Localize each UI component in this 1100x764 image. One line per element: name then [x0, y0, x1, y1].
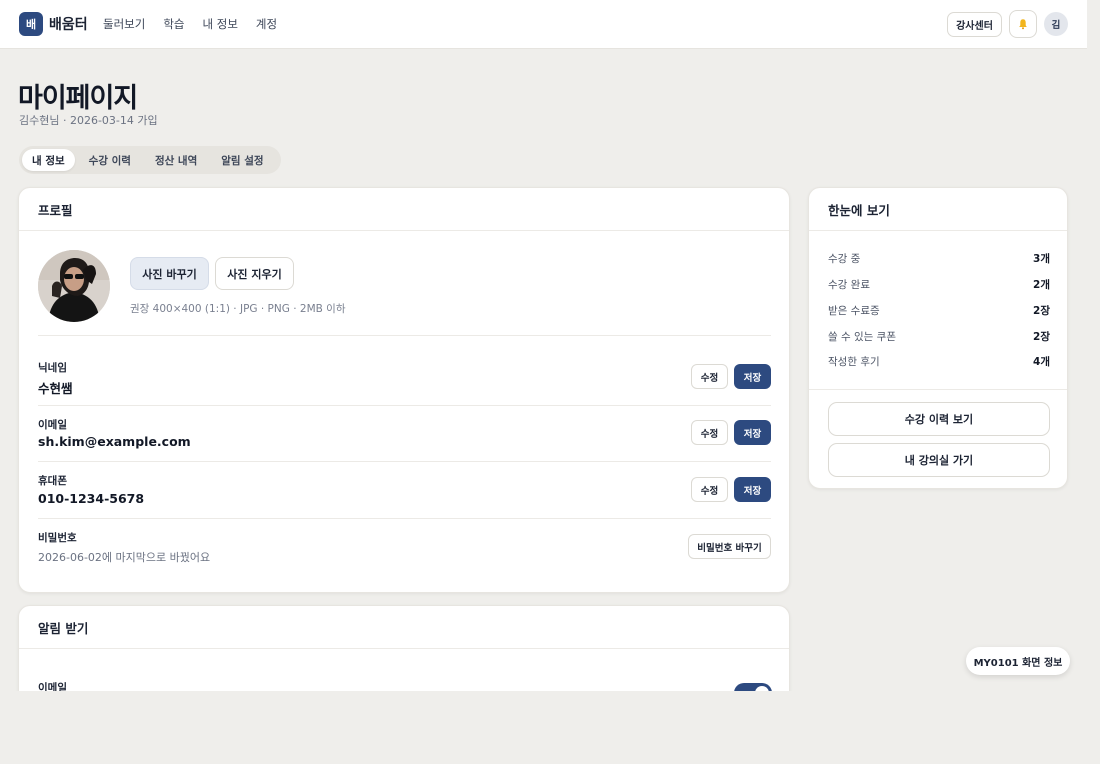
nickname-label: 닉네임: [38, 362, 67, 374]
nickname-save-button[interactable]: 저장: [734, 364, 771, 389]
notifications-card-title: 알림 받기: [19, 606, 789, 649]
email-value: sh.kim@example.com: [38, 434, 191, 449]
stat-label: 수강 중: [828, 252, 861, 265]
stat-value: 4개: [1033, 355, 1050, 368]
brand-name[interactable]: 배움터: [49, 14, 88, 34]
stat-row: 받은 수료증 2장: [828, 302, 1050, 318]
stat-value: 2장: [1033, 330, 1050, 343]
stat-label: 쓸 수 있는 쿠폰: [828, 330, 896, 343]
main-nav: 둘러보기 학습 내 정보 계정: [103, 16, 295, 32]
profile-photo-image: [38, 250, 110, 322]
app-viewport: 배 배움터 둘러보기 학습 내 정보 계정 강사센터 김 마이페이지 김수현님 …: [0, 0, 1087, 691]
nav-item-my-info[interactable]: 내 정보: [203, 16, 238, 32]
tab-my-info[interactable]: 내 정보: [22, 149, 75, 171]
stat-label: 작성한 후기: [828, 355, 880, 368]
divider: [38, 461, 771, 462]
stat-label: 수강 완료: [828, 278, 870, 291]
summary-card: 한눈에 보기 수강 중 3개 수강 완료 2개 받은 수료증 2장 쓸 수 있는…: [808, 187, 1068, 489]
tab-course-history[interactable]: 수강 이력: [79, 149, 141, 171]
phone-save-button[interactable]: 저장: [734, 477, 771, 502]
logo-icon[interactable]: 배: [19, 12, 43, 36]
logo-glyph: 배: [25, 18, 37, 31]
bell-icon: [1019, 19, 1027, 30]
change-photo-button[interactable]: 사진 바꾸기: [130, 257, 209, 290]
tab-settlement[interactable]: 정산 내역: [145, 149, 207, 171]
profile-photo: [38, 250, 110, 322]
stat-row: 수강 완료 2개: [828, 276, 1050, 292]
stat-row: 작성한 후기 4개: [828, 353, 1050, 369]
stat-row: 쓸 수 있는 쿠폰 2장: [828, 328, 1050, 344]
summary-card-title: 한눈에 보기: [809, 188, 1067, 231]
my-classroom-button[interactable]: 내 강의실 가기: [828, 443, 1050, 477]
email-save-button[interactable]: 저장: [734, 420, 771, 445]
nav-item-account[interactable]: 계정: [256, 16, 277, 32]
phone-value: 010-1234-5678: [38, 491, 145, 506]
email-notification-label: 이메일: [38, 682, 67, 691]
stat-label: 받은 수료증: [828, 304, 880, 317]
page-subtitle: 김수현님 · 2026-03-14 가입: [19, 114, 158, 127]
notifications-card: 알림 받기 이메일: [18, 605, 790, 691]
password-label: 비밀번호: [38, 532, 77, 544]
profile-card: 프로필 사진 바꾸기 사진 지우기 권장 400×400 (1:1) · JPG…: [18, 187, 790, 593]
change-password-button[interactable]: 비밀번호 바꾸기: [688, 534, 771, 559]
stat-row: 수강 중 3개: [828, 250, 1050, 266]
instructor-center-button[interactable]: 강사센터: [947, 12, 1002, 37]
phone-edit-button[interactable]: 수정: [691, 477, 728, 502]
screen-info-button[interactable]: MY0101 화면 정보: [966, 647, 1070, 675]
course-history-button[interactable]: 수강 이력 보기: [828, 402, 1050, 436]
nickname-value: 수현쌤: [38, 381, 73, 396]
tab-notification-settings[interactable]: 알림 설정: [211, 149, 273, 171]
divider: [38, 335, 771, 336]
nickname-edit-button[interactable]: 수정: [691, 364, 728, 389]
stat-value: 2개: [1033, 278, 1050, 291]
top-navigation-bar: 배 배움터 둘러보기 학습 내 정보 계정 강사센터 김: [0, 0, 1087, 49]
page-tabs: 내 정보 수강 이력 정산 내역 알림 설정: [19, 146, 281, 174]
stat-value: 3개: [1033, 252, 1050, 265]
email-edit-button[interactable]: 수정: [691, 420, 728, 445]
phone-label: 휴대폰: [38, 475, 67, 487]
divider: [38, 405, 771, 406]
password-changed-date: 2026-06-02에 마지막으로 바꿨어요: [38, 551, 211, 564]
remove-photo-button[interactable]: 사진 지우기: [215, 257, 294, 290]
nav-item-browse[interactable]: 둘러보기: [103, 16, 145, 32]
nav-item-learning[interactable]: 학습: [163, 16, 184, 32]
divider: [809, 389, 1067, 390]
profile-card-title: 프로필: [19, 188, 789, 231]
email-label: 이메일: [38, 419, 67, 431]
notification-button[interactable]: [1009, 10, 1037, 38]
stat-value: 2장: [1033, 304, 1050, 317]
email-notification-toggle[interactable]: [734, 683, 772, 691]
photo-hint: 권장 400×400 (1:1) · JPG · PNG · 2MB 이하: [130, 303, 346, 315]
divider: [38, 518, 771, 519]
page-title: 마이페이지: [18, 83, 138, 114]
user-avatar[interactable]: 김: [1044, 12, 1068, 36]
